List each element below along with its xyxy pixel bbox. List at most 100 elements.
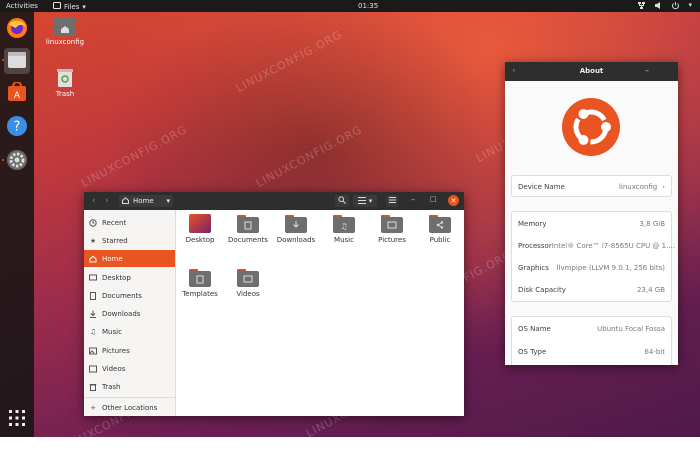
home-folder-icon xyxy=(53,17,77,38)
sidebar-item-pictures[interactable]: Pictures xyxy=(84,342,175,359)
path-label: Home xyxy=(133,197,154,205)
desktop-icon-trash[interactable]: Trash xyxy=(45,68,85,98)
menu-button[interactable] xyxy=(386,195,398,207)
chevron-down-icon: ▾ xyxy=(688,1,692,9)
path-bar[interactable]: Home ▾ xyxy=(119,195,173,207)
sidebar-item-label: Home xyxy=(102,254,123,263)
dock-firefox[interactable] xyxy=(4,16,30,42)
star-icon: ★ xyxy=(89,236,97,245)
sidebar-item-label: Pictures xyxy=(102,346,130,355)
pictures-folder-icon xyxy=(381,214,403,233)
os-type-label: OS Type xyxy=(518,348,547,356)
view-options-button[interactable]: ▾ xyxy=(353,195,377,207)
sidebar-item-music[interactable]: ♫ Music xyxy=(84,323,175,340)
dock-software[interactable]: A xyxy=(4,80,30,106)
dock: A ? xyxy=(0,12,34,437)
music-icon: ♫ xyxy=(89,327,97,336)
memory-label: Memory xyxy=(518,220,547,228)
processor-row: Processor Intel® Core™ i7-8565U CPU @ 1.… xyxy=(512,235,675,257)
sidebar-item-other-locations[interactable]: + Other Locations xyxy=(84,399,175,416)
close-button[interactable]: ✕ xyxy=(448,195,459,206)
sidebar-item-starred[interactable]: ★ Starred xyxy=(84,232,175,249)
hardware-info-card: Memory 3,8 GiB Processor Intel® Core™ i7… xyxy=(511,211,675,302)
forward-button[interactable]: › xyxy=(105,196,109,206)
folder-documents[interactable]: Documents xyxy=(223,214,273,244)
os-name-row: OS Name Ubuntu Focal Fossa xyxy=(512,318,671,340)
os-info-card: OS Name Ubuntu Focal Fossa OS Type 64-bi… xyxy=(511,316,672,365)
folder-label: Pictures xyxy=(378,236,406,244)
dock-help[interactable]: ? xyxy=(4,114,30,140)
sidebar-item-label: Starred xyxy=(102,236,128,245)
chevron-down-icon: ▾ xyxy=(82,2,86,11)
show-applications-button[interactable] xyxy=(4,406,30,432)
folder-desktop[interactable]: Desktop xyxy=(175,214,225,244)
disk-capacity-value: 23,4 GB xyxy=(636,286,665,294)
templates-folder-icon xyxy=(189,268,211,287)
device-name-value: linuxconfig xyxy=(618,183,658,191)
sidebar-item-documents[interactable]: Documents xyxy=(84,287,175,304)
app-menu-label: Files xyxy=(64,2,80,11)
hamburger-icon xyxy=(388,197,396,205)
dock-files[interactable] xyxy=(4,48,30,74)
graphics-value: llvmpipe (LLVM 9.0.1, 256 bits) xyxy=(556,264,665,272)
files-window: ‹ › Home ▾ ▾ – □ ✕ Recent ★ Starred Home… xyxy=(84,192,464,416)
minimize-button[interactable]: – xyxy=(411,195,415,204)
software-icon: A xyxy=(7,81,27,104)
files-headerbar: ‹ › Home ▾ ▾ – □ ✕ xyxy=(84,192,464,210)
sidebar-item-label: Desktop xyxy=(102,273,131,282)
downloads-folder-icon xyxy=(285,214,307,233)
folder-music[interactable]: ♫ Music xyxy=(319,214,369,244)
os-name-label: OS Name xyxy=(518,325,551,333)
folder-videos[interactable]: Videos xyxy=(223,268,273,298)
search-icon xyxy=(338,196,346,206)
trash-icon xyxy=(56,69,74,90)
graphics-label: Graphics xyxy=(518,264,549,272)
sidebar-item-recent[interactable]: Recent xyxy=(84,214,175,231)
top-bar: Activities Files ▾ 01:35 ▾ xyxy=(0,0,700,12)
music-folder-icon: ♫ xyxy=(333,214,355,233)
folder-pictures[interactable]: Pictures xyxy=(367,214,417,244)
ubuntu-logo xyxy=(561,97,621,159)
device-name-label: Device Name xyxy=(518,183,565,191)
clock[interactable]: 01:35 xyxy=(358,2,378,10)
sidebar-item-desktop[interactable]: Desktop xyxy=(84,269,175,286)
svg-text:?: ? xyxy=(14,120,21,135)
processor-value: Intel® Core™ i7-8565U CPU @ 1.... xyxy=(551,242,675,250)
close-icon: ✕ xyxy=(450,196,457,205)
sidebar-item-label: Videos xyxy=(102,364,126,373)
window-title: About xyxy=(579,67,604,75)
disk-capacity-label: Disk Capacity xyxy=(518,286,566,294)
sidebar-item-home[interactable]: Home xyxy=(84,250,175,267)
dock-settings[interactable] xyxy=(4,148,30,174)
desktop-icon-home[interactable]: linuxconfig xyxy=(45,16,85,46)
graphics-row: Graphics llvmpipe (LLVM 9.0.1, 256 bits) xyxy=(512,257,671,279)
folder-downloads[interactable]: Downloads xyxy=(271,214,321,244)
sidebar-item-trash[interactable]: Trash xyxy=(84,378,175,395)
gear-icon xyxy=(6,149,28,173)
video-icon xyxy=(89,365,97,373)
sidebar-item-label: Music xyxy=(102,327,122,336)
file-grid: Desktop Documents Downloads ♫ Music Pict… xyxy=(175,210,464,416)
settings-about-window: ‹ About – Device Name linuxconfig › Memo… xyxy=(505,62,678,365)
files-icon xyxy=(7,51,27,71)
memory-value: 3,8 GiB xyxy=(639,220,665,228)
memory-row: Memory 3,8 GiB xyxy=(512,213,671,235)
sidebar-item-downloads[interactable]: Downloads xyxy=(84,305,175,322)
maximize-button[interactable]: □ xyxy=(430,195,437,203)
device-name-row[interactable]: Device Name linuxconfig › xyxy=(511,175,672,197)
back-button[interactable]: ‹ xyxy=(92,196,96,206)
sidebar-item-videos[interactable]: Videos xyxy=(84,360,175,377)
power-icon xyxy=(671,1,680,12)
folder-templates[interactable]: Templates xyxy=(175,268,225,298)
app-menu[interactable]: Files ▾ xyxy=(53,2,86,11)
minimize-button[interactable]: – xyxy=(645,66,649,75)
download-icon xyxy=(89,310,97,318)
sidebar-item-label: Downloads xyxy=(102,309,141,318)
folder-label: Public xyxy=(429,236,451,244)
activities-button[interactable]: Activities xyxy=(6,2,38,10)
folder-public[interactable]: Public xyxy=(415,214,465,244)
desktop-icon-label: linuxconfig xyxy=(45,38,85,46)
search-button[interactable] xyxy=(335,195,349,207)
system-status[interactable]: ▾ xyxy=(637,1,692,12)
folder-label: Music xyxy=(334,236,354,244)
